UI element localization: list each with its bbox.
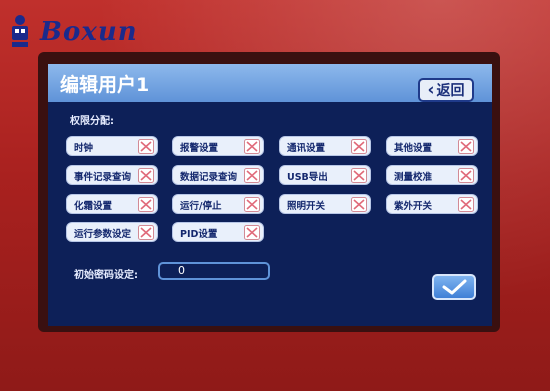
back-button-label: 返回 — [436, 83, 465, 99]
perm-item-alarm-settings[interactable]: 报警设置 — [172, 136, 264, 156]
perm-label: 化霜设置 — [74, 201, 113, 212]
unchecked-x-icon — [458, 139, 474, 154]
perm-label: 报警设置 — [180, 143, 219, 154]
perm-label: 事件记录查询 — [74, 172, 132, 183]
initial-password-input[interactable]: 0 — [158, 262, 270, 280]
perm-item-event-log-query[interactable]: 事件记录查询 — [66, 165, 158, 185]
unchecked-x-icon — [138, 168, 154, 183]
perm-item-light-switch[interactable]: 照明开关 — [279, 194, 371, 214]
unchecked-x-icon — [458, 197, 474, 212]
perm-item-calibration[interactable]: 测量校准 — [386, 165, 478, 185]
perm-label: 照明开关 — [287, 201, 326, 212]
perm-label: 测量校准 — [394, 172, 433, 183]
perm-item-run-stop[interactable]: 运行/停止 — [172, 194, 264, 214]
unchecked-x-icon — [244, 139, 260, 154]
perm-item-usb-export[interactable]: USB导出 — [279, 165, 371, 185]
unchecked-x-icon — [244, 197, 260, 212]
perm-label: 运行参数设定 — [74, 229, 132, 240]
unchecked-x-icon — [138, 225, 154, 240]
checkmark-icon — [442, 279, 467, 295]
unchecked-x-icon — [244, 168, 260, 183]
perm-item-defrost-settings[interactable]: 化霜设置 — [66, 194, 158, 214]
perm-label: USB导出 — [287, 172, 328, 183]
unchecked-x-icon — [138, 139, 154, 154]
perm-item-clock[interactable]: 时钟 — [66, 136, 158, 156]
brand-logo: Boxun — [8, 14, 138, 50]
boxun-logo-icon — [8, 14, 32, 50]
perm-label: 时钟 — [74, 143, 94, 154]
initial-password-label: 初始密码设定: — [74, 270, 138, 281]
perm-label: PID设置 — [180, 229, 218, 240]
confirm-button[interactable] — [432, 274, 476, 300]
unchecked-x-icon — [138, 197, 154, 212]
perm-label: 运行/停止 — [180, 201, 222, 212]
perm-label: 紫外开关 — [394, 201, 433, 212]
perm-item-comm-settings[interactable]: 通讯设置 — [279, 136, 371, 156]
perm-label: 数据记录查询 — [180, 172, 238, 183]
page-title: 编辑用户1 — [60, 74, 150, 96]
perm-label: 通讯设置 — [287, 143, 326, 154]
perm-item-other-settings[interactable]: 其他设置 — [386, 136, 478, 156]
back-button[interactable]: ‹ 返回 — [418, 78, 474, 102]
unchecked-x-icon — [351, 139, 367, 154]
touch-screen: 编辑用户1 ‹ 返回 权限分配: 时钟 报警设置 通讯设置 其他设置 事件记录查… — [48, 64, 492, 326]
perm-item-pid-settings[interactable]: PID设置 — [172, 222, 264, 242]
title-bar: 编辑用户1 ‹ 返回 — [48, 64, 492, 102]
perm-item-run-params[interactable]: 运行参数设定 — [66, 222, 158, 242]
perm-label: 其他设置 — [394, 143, 433, 154]
chevron-left-icon: ‹ — [427, 79, 435, 100]
permissions-label: 权限分配: — [70, 116, 114, 127]
perm-item-uv-switch[interactable]: 紫外开关 — [386, 194, 478, 214]
unchecked-x-icon — [458, 168, 474, 183]
unchecked-x-icon — [351, 197, 367, 212]
unchecked-x-icon — [244, 225, 260, 240]
perm-item-data-log-query[interactable]: 数据记录查询 — [172, 165, 264, 185]
unchecked-x-icon — [351, 168, 367, 183]
brand-name: Boxun — [40, 17, 138, 47]
